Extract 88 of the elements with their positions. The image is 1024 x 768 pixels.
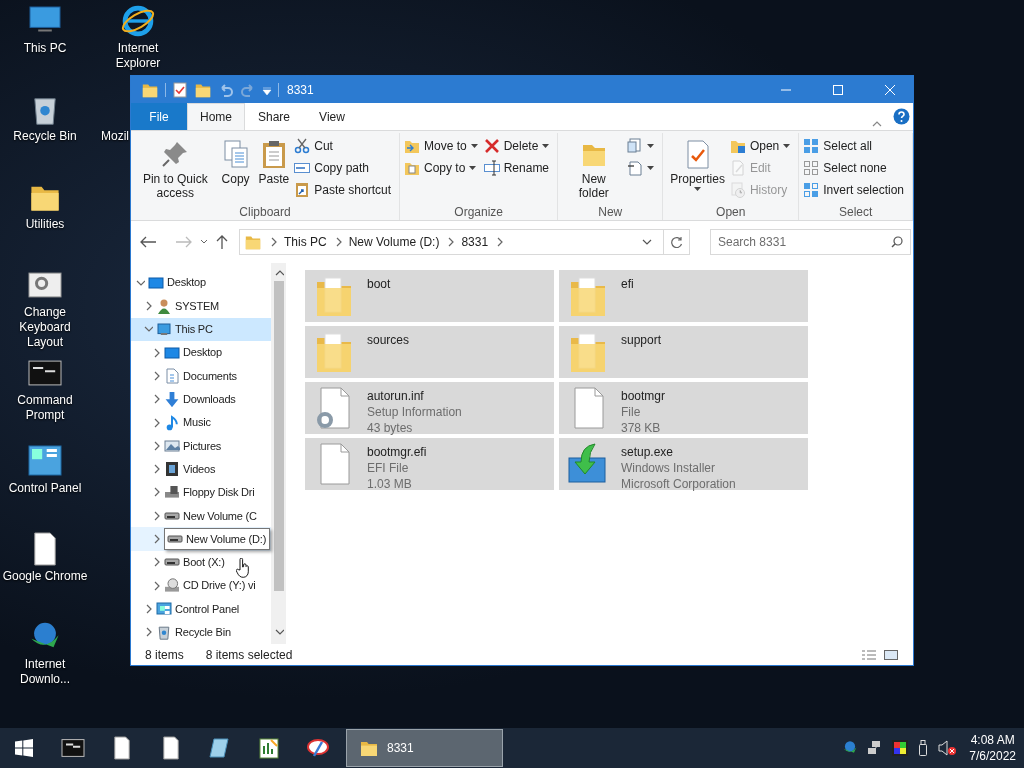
ribbon-button[interactable]: Paste shortcut	[294, 181, 391, 199]
ribbon-group-label: Open	[715, 205, 747, 219]
tree-item[interactable]: Floppy Disk Dri	[131, 480, 271, 505]
file-detail: 43 bytes	[367, 420, 414, 436]
ribbon-button[interactable]: Invert selection	[803, 181, 904, 199]
desktop-icon-label[interactable]: This PC	[22, 41, 68, 56]
address-bar[interactable]: This PC New Volume (D:) 8331	[239, 229, 664, 255]
clock-date: 7/6/2022	[969, 748, 1016, 764]
file-tile[interactable]: boot	[305, 270, 554, 322]
clock[interactable]: 4:08 AM 7/6/2022	[969, 732, 1016, 764]
ribbon-tab[interactable]: File	[131, 103, 187, 130]
desktop-icon-label[interactable]: Change Keyboard Layout	[0, 305, 90, 350]
ribbon-button[interactable]: New folder	[562, 133, 626, 205]
status-item-count: 8 items	[145, 646, 184, 664]
desktop-icon-label[interactable]: Mozil	[100, 129, 130, 144]
ribbon-button[interactable]: Properties	[667, 133, 728, 205]
file-name: boot	[367, 276, 391, 292]
search-field[interactable]: Search 8331	[710, 229, 911, 255]
desktop-icon-label[interactable]: Recycle Bin	[12, 129, 78, 144]
desktop-icon-label[interactable]: Internet Downlo...	[0, 657, 90, 687]
file-detail: 378 KB	[621, 420, 662, 436]
tree-item[interactable]: Pictures	[131, 434, 271, 458]
desktop-icon-label[interactable]: Command Prompt	[0, 393, 90, 423]
breadcrumb[interactable]: New Volume (D:)	[348, 233, 440, 251]
ribbon-button[interactable]: Copy path	[294, 159, 391, 177]
ribbon-button[interactable]: Copy	[217, 133, 254, 205]
taskbar-window-button[interactable]: 8331	[346, 729, 503, 767]
breadcrumb[interactable]: This PC	[284, 233, 327, 251]
ribbon-button[interactable]: Cut	[294, 137, 391, 155]
ribbon-button[interactable]: Move to	[404, 137, 478, 155]
desktop-icon-label[interactable]: Utilities	[24, 217, 66, 232]
ribbon-tab[interactable]: Home	[187, 103, 245, 130]
file-name: bootmgr	[621, 388, 666, 404]
ribbon-button[interactable]: Paste	[255, 133, 293, 205]
tree-item[interactable]: Recycle Bin	[131, 620, 271, 644]
ribbon-button[interactable]: Pin to Quick access	[135, 133, 216, 205]
file-name: setup.exe	[621, 444, 675, 460]
ribbon-group-label: Clipboard	[238, 205, 292, 219]
file-tile[interactable]: support	[559, 326, 808, 378]
tree-item[interactable]: New Volume (D:)	[131, 527, 271, 551]
ribbon-group-label: New	[597, 205, 624, 219]
desktop-icon-label[interactable]: Control Panel	[7, 481, 83, 496]
ribbon-tab[interactable]: View	[303, 104, 361, 130]
tree-item[interactable]: Documents	[131, 364, 271, 388]
file-tile[interactable]: autorun.inf Setup Information 43 bytes	[305, 382, 554, 434]
file-name: sources	[367, 332, 410, 348]
file-name: bootmgr.efi	[367, 444, 427, 460]
clock-time: 4:08 AM	[970, 732, 1015, 748]
file-detail: Windows Installer	[621, 460, 717, 476]
tree-item[interactable]: Control Panel	[131, 597, 271, 621]
tree-item[interactable]: Desktop	[131, 340, 271, 365]
ribbon-tab[interactable]: Share	[245, 104, 303, 130]
desktop-icon-label[interactable]: Google Chrome	[1, 569, 89, 584]
tree-item[interactable]: CD Drive (Y:) vi	[131, 574, 271, 598]
file-detail: Microsoft Corporation	[621, 476, 736, 492]
ribbon-button[interactable]: Rename	[483, 159, 550, 177]
file-name: autorun.inf	[367, 388, 425, 404]
file-name: support	[621, 332, 662, 348]
tree-item[interactable]: Boot (X:)	[131, 550, 271, 575]
breadcrumb[interactable]: 8331	[461, 233, 489, 251]
file-detail: EFI File	[367, 460, 410, 476]
file-tile[interactable]: sources	[305, 326, 554, 378]
desktop-icon-label[interactable]: Internet Explorer	[93, 41, 183, 71]
file-detail: 1.03 MB	[367, 476, 413, 492]
ribbon-button[interactable]: Open	[729, 137, 791, 155]
ribbon-group-label: Select	[837, 205, 874, 219]
file-name: efi	[621, 276, 634, 292]
ribbon-button[interactable]: Copy to	[404, 159, 478, 177]
file-tile[interactable]: efi	[559, 270, 808, 322]
ribbon-button[interactable]: Delete	[483, 137, 550, 155]
tree-item[interactable]: New Volume (C	[131, 504, 271, 528]
file-detail: File	[621, 404, 642, 420]
tree-item[interactable]: SYSTEM	[131, 294, 271, 318]
file-tile[interactable]: bootmgr.efi EFI File 1.03 MB	[305, 438, 554, 490]
ribbon-group-label: Organize	[453, 205, 505, 219]
tree-item-tooltip: New Volume (D:)	[164, 528, 271, 551]
window-title: 8331	[287, 81, 314, 99]
tree-item[interactable]: Music	[131, 410, 271, 435]
tree-item[interactable]: Downloads	[131, 387, 271, 411]
file-tile[interactable]: setup.exe Windows Installer Microsoft Corporation	[559, 438, 808, 490]
file-detail: Setup Information	[367, 404, 462, 420]
tree-item[interactable]: This PC	[131, 317, 271, 341]
ribbon-button[interactable]: Select none	[803, 159, 904, 177]
ribbon-button[interactable]: Select all	[803, 137, 904, 155]
tree-item[interactable]: Desktop	[131, 271, 271, 295]
status-selection: 8 items selected	[205, 646, 293, 664]
tree-item[interactable]: Videos	[131, 457, 271, 481]
file-tile[interactable]: bootmgr File 378 KB	[559, 382, 808, 434]
